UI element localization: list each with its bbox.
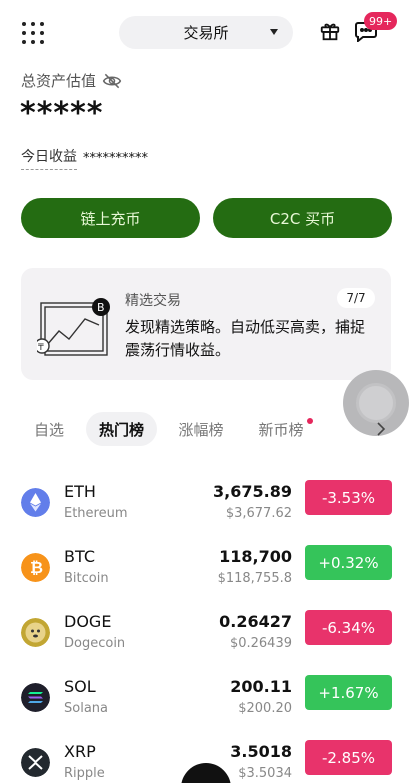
- onchain-deposit-button[interactable]: 链上充币: [21, 198, 200, 238]
- promo-card[interactable]: B ₸ 精选交易 发现精选策略。自动低买高卖，捕捉震荡行情收益。 7/7: [21, 268, 391, 380]
- grid-menu-icon[interactable]: [22, 22, 44, 44]
- btc-coin-icon: ₿: [21, 553, 50, 582]
- coin-name: Solana: [64, 701, 108, 716]
- promo-text: 发现精选策略。自动低买高卖，捕捉震荡行情收益。: [125, 318, 366, 359]
- coin-usd-price: $200.20: [238, 701, 292, 716]
- coin-symbol: ETH: [64, 482, 96, 501]
- coin-price: 3.5018: [230, 742, 292, 761]
- coin-symbol: BTC: [64, 547, 95, 566]
- coin-name: Ripple: [64, 766, 105, 781]
- change-badge[interactable]: +1.67%: [305, 675, 392, 710]
- new-indicator-dot: [307, 418, 313, 424]
- coin-usd-price: $118,755.8: [217, 571, 292, 586]
- total-asset-label: 总资产估值: [21, 72, 97, 90]
- coin-price: 0.26427: [219, 612, 292, 631]
- c2c-buy-button[interactable]: C2C 买币: [213, 198, 392, 238]
- exchange-selector[interactable]: 交易所: [119, 16, 293, 49]
- promo-title: 精选交易: [125, 293, 181, 309]
- total-asset-value: *****: [20, 96, 104, 131]
- tab-gainers[interactable]: 涨幅榜: [166, 412, 236, 446]
- top-bar: 交易所 99+: [0, 0, 415, 64]
- coin-symbol: DOGE: [64, 612, 112, 631]
- tab-hot[interactable]: 热门榜: [86, 412, 157, 446]
- coin-price: 118,700: [219, 547, 292, 566]
- promo-page-indicator: 7/7: [337, 288, 375, 308]
- svg-text:₸: ₸: [38, 343, 44, 353]
- eye-hidden-icon[interactable]: [102, 71, 122, 91]
- market-tabs: 自选 热门榜 涨幅榜 新币榜: [0, 410, 415, 448]
- coin-price: 200.11: [230, 677, 292, 696]
- change-badge[interactable]: -3.53%: [305, 480, 392, 515]
- chevron-right-icon[interactable]: [372, 420, 390, 438]
- coin-symbol: SOL: [64, 677, 96, 696]
- coin-price: 3,675.89: [213, 482, 292, 501]
- gift-icon[interactable]: [319, 20, 341, 42]
- xrp-coin-icon: [21, 748, 50, 777]
- eth-coin-icon: [21, 488, 50, 517]
- change-badge[interactable]: +0.32%: [305, 545, 392, 580]
- svg-text:₿: ₿: [30, 558, 43, 577]
- change-badge[interactable]: -2.85%: [305, 740, 392, 775]
- coin-name: Ethereum: [64, 506, 128, 521]
- today-pnl-value: **********: [83, 150, 148, 166]
- coin-name: Dogecoin: [64, 636, 126, 651]
- list-item[interactable]: ETH Ethereum 3,675.89 $3,677.62 -3.53%: [0, 475, 415, 540]
- coin-usd-price: $0.26439: [229, 636, 292, 651]
- coin-usd-price: $3.5034: [238, 766, 292, 781]
- coin-symbol: XRP: [64, 742, 96, 761]
- notification-badge: 99+: [364, 12, 398, 30]
- caret-down-icon: [270, 29, 278, 35]
- svg-text:B: B: [97, 301, 105, 314]
- today-pnl: 今日收益 **********: [21, 146, 148, 170]
- change-badge[interactable]: -6.34%: [305, 610, 392, 645]
- sol-coin-icon: [21, 683, 50, 712]
- tab-new-listings[interactable]: 新币榜: [246, 412, 316, 446]
- coin-usd-price: $3,677.62: [225, 506, 292, 521]
- tab-favorites[interactable]: 自选: [21, 412, 77, 446]
- today-pnl-label[interactable]: 今日收益: [21, 146, 77, 170]
- exchange-selector-label: 交易所: [183, 24, 229, 42]
- coin-name: Bitcoin: [64, 571, 109, 586]
- list-item[interactable]: SOL Solana 200.11 $200.20 +1.67%: [0, 670, 415, 735]
- list-item[interactable]: DOGE Dogecoin 0.26427 $0.26439 -6.34%: [0, 605, 415, 670]
- list-item[interactable]: ₿ BTC Bitcoin 118,700 $118,755.8 +0.32%: [0, 540, 415, 605]
- doge-coin-icon: [21, 618, 50, 647]
- strategy-chart-illustration: B ₸: [37, 298, 110, 356]
